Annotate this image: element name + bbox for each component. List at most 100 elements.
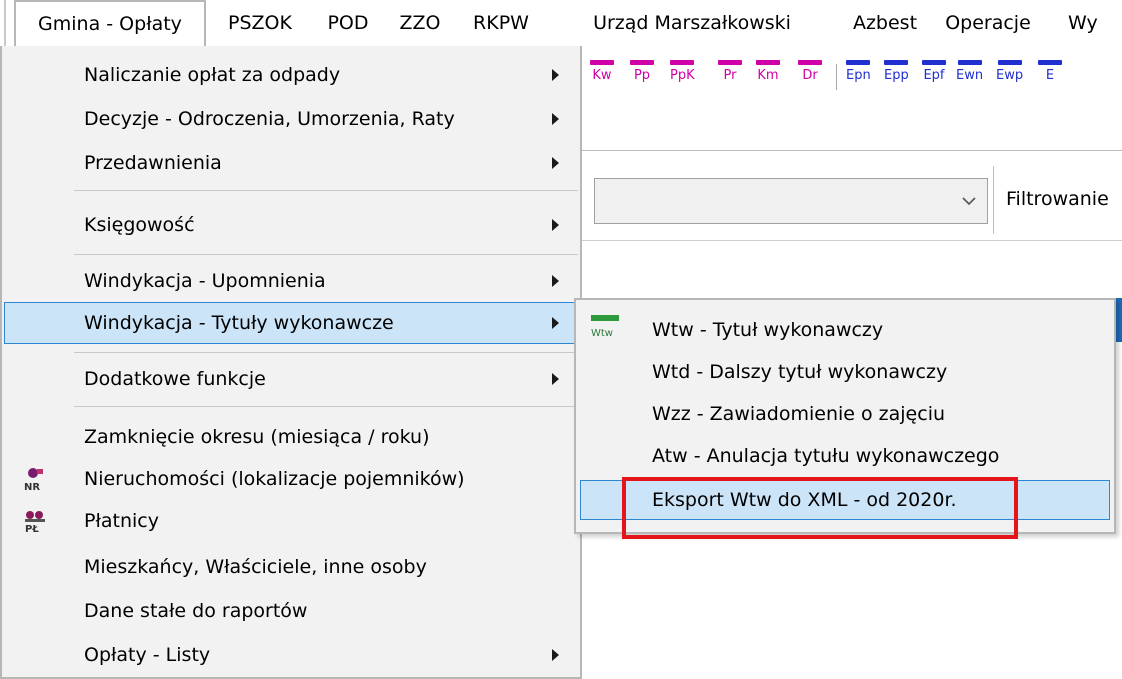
- submenu-arrow-icon: [552, 157, 559, 169]
- menubar-zzo[interactable]: ZZO: [388, 0, 452, 46]
- menubar-gmina-oplaty[interactable]: Gmina - Opłaty: [14, 0, 206, 46]
- submenu-arrow-icon: [552, 69, 559, 81]
- filter-bar-border: [580, 240, 1122, 241]
- toolbar-button-epp[interactable]: Epp: [884, 60, 909, 94]
- menu-separator: [74, 254, 578, 255]
- toolbar-label: Epn: [846, 68, 871, 83]
- toolbar-label: Pr: [723, 68, 737, 83]
- toolbar-button-pr[interactable]: Pr: [718, 60, 742, 94]
- menu-item-dane-stale[interactable]: Dane stałe do raportów: [4, 590, 580, 632]
- menu-item-decyzje[interactable]: Decyzje - Odroczenia, Umorzenia, Raty: [4, 98, 580, 140]
- window-edge: [0, 0, 6, 46]
- tytuly-wykonawcze-submenu: Wtw Wtw - Tytuł wykonawczy Wtd - Dalszy …: [574, 298, 1116, 534]
- toolbar: Kw Pp PpK Pr Km Dr Epn Epp Epf Ewn Ewp E: [580, 58, 1122, 100]
- menu-item-zamkniecie-okresu[interactable]: Zamknięcie okresu (miesiąca / roku): [4, 416, 580, 458]
- toolbar-button-epf[interactable]: Epf: [922, 60, 946, 94]
- submenu-item-label: Atw - Anulacja tytułu wykonawczego: [652, 445, 1000, 467]
- toolbar-bar: [670, 60, 695, 65]
- platnicy-icon: PŁ: [25, 511, 45, 534]
- menu-item-label: Dodatkowe funkcje: [84, 368, 266, 390]
- menubar-rkpw[interactable]: RKPW: [458, 0, 544, 46]
- toolbar-bottom-border: [580, 150, 1122, 151]
- menubar-urzad-marszalkowski[interactable]: Urząd Marszałkowski: [548, 0, 836, 46]
- toolbar-label: Epp: [884, 68, 909, 83]
- toolbar-label: PpK: [670, 68, 695, 83]
- menu-item-label: Dane stałe do raportów: [84, 600, 308, 622]
- toolbar-bar: [884, 60, 909, 65]
- svg-text:PŁ: PŁ: [25, 524, 39, 534]
- filter-label: Filtrowanie: [1006, 188, 1109, 210]
- toolbar-button-kw[interactable]: Kw: [590, 60, 614, 94]
- menubar-operacje[interactable]: Operacje: [936, 0, 1040, 46]
- submenu-arrow-icon: [552, 649, 559, 661]
- toolbar-label: Epf: [923, 68, 945, 83]
- toolbar-button-ewp[interactable]: Ewp: [996, 60, 1023, 94]
- menu-item-label: Zamknięcie okresu (miesiąca / roku): [84, 426, 430, 448]
- submenu-item-label: Wzz - Zawiadomienie o zajęciu: [652, 403, 946, 425]
- toolbar-label: Ewn: [956, 68, 984, 83]
- menu-item-nieruchomosci[interactable]: NR Nieruchomości (lokalizacje pojemników…: [4, 458, 580, 500]
- submenu-item-wzz[interactable]: Wzz - Zawiadomienie o zajęciu: [580, 394, 1110, 434]
- toolbar-label: Ewp: [996, 68, 1024, 83]
- toolbar-bar: [846, 60, 871, 65]
- chevron-down-icon: [962, 197, 976, 206]
- menu-item-label: Opłaty - Listy: [84, 644, 211, 666]
- menu-item-label: Naliczanie opłat za odpady: [84, 64, 341, 86]
- menu-item-label: Płatnicy: [84, 510, 159, 532]
- toolbar-label: Km: [757, 68, 779, 83]
- submenu-item-eksport-xml[interactable]: Eksport Wtw do XML - od 2020r.: [580, 480, 1110, 520]
- submenu-arrow-icon: [552, 219, 559, 231]
- submenu-arrow-icon: [552, 317, 559, 329]
- menu-item-oplaty-listy[interactable]: Opłaty - Listy: [4, 634, 580, 676]
- toolbar-button-ppk[interactable]: PpK: [670, 60, 695, 94]
- wtw-icon: Wtw: [591, 315, 619, 339]
- menu-item-label: Windykacja - Upomnienia: [84, 270, 326, 292]
- menubar-pod[interactable]: POD: [316, 0, 380, 46]
- menu-item-windykacja-upomnienia[interactable]: Windykacja - Upomnienia: [4, 260, 580, 302]
- toolbar-button-pp[interactable]: Pp: [630, 60, 654, 94]
- toolbar-button-km[interactable]: Km: [756, 60, 780, 94]
- menu-item-label: Windykacja - Tytuły wykonawcze: [84, 312, 394, 334]
- submenu-item-atw[interactable]: Atw - Anulacja tytułu wykonawczego: [580, 436, 1110, 476]
- toolbar-bar: [590, 60, 614, 65]
- menu-item-platnicy[interactable]: PŁ Płatnicy: [4, 500, 580, 542]
- submenu-item-label: Wtd - Dalszy tytuł wykonawczy: [652, 361, 948, 383]
- submenu-item-label: Wtw - Tytuł wykonawczy: [652, 319, 884, 341]
- menu-item-przedawnienia[interactable]: Przedawnienia: [4, 142, 580, 184]
- toolbar-bar: [718, 60, 742, 65]
- filter-combobox[interactable]: [594, 178, 988, 224]
- toolbar-bar: [798, 60, 822, 65]
- menu-item-mieszkancy[interactable]: Mieszkańcy, Właściciele, inne osoby: [4, 546, 580, 588]
- submenu-arrow-icon: [552, 275, 559, 287]
- toolbar-bar: [630, 60, 654, 65]
- menu-item-dodatkowe-funkcje[interactable]: Dodatkowe funkcje: [4, 358, 580, 400]
- submenu-item-label: Eksport Wtw do XML - od 2020r.: [652, 489, 957, 511]
- toolbar-bar: [922, 60, 946, 65]
- submenu-item-wtw[interactable]: Wtw Wtw - Tytuł wykonawczy: [580, 310, 1110, 350]
- menubar-azbest[interactable]: Azbest: [842, 0, 928, 46]
- filter-separator: [993, 166, 994, 234]
- menubar-pszok[interactable]: PSZOK: [212, 0, 308, 46]
- menu-item-ksiegowosc[interactable]: Księgowość: [4, 204, 580, 246]
- menu-item-label: Księgowość: [84, 214, 195, 236]
- menu-item-label: Decyzje - Odroczenia, Umorzenia, Raty: [84, 108, 455, 130]
- menu-item-naliczanie[interactable]: Naliczanie opłat za odpady: [4, 54, 580, 96]
- menu-item-label: Mieszkańcy, Właściciele, inne osoby: [84, 556, 427, 578]
- toolbar-button-e[interactable]: E: [1038, 60, 1062, 94]
- submenu-arrow-icon: [552, 113, 559, 125]
- menu-separator: [74, 352, 578, 353]
- menu-item-label: Nieruchomości (lokalizacje pojemników): [84, 468, 465, 490]
- toolbar-button-epn[interactable]: Epn: [846, 60, 871, 94]
- submenu-arrow-icon: [552, 373, 559, 385]
- submenu-item-wtd[interactable]: Wtd - Dalszy tytuł wykonawczy: [580, 352, 1110, 392]
- gmina-oplaty-menu: Naliczanie opłat za odpady Decyzje - Odr…: [0, 46, 582, 679]
- toolbar-button-dr[interactable]: Dr: [798, 60, 822, 94]
- toolbar-separator: [836, 64, 837, 90]
- menu-bar: Gmina - Opłaty PSZOK POD ZZO RKPW Urząd …: [0, 0, 1122, 46]
- svg-text:NR: NR: [24, 482, 40, 492]
- menubar-wy[interactable]: Wy: [1068, 0, 1122, 46]
- menu-item-label: Przedawnienia: [84, 152, 222, 174]
- toolbar-label: Dr: [802, 68, 818, 83]
- menu-item-windykacja-tytuly[interactable]: Windykacja - Tytuły wykonawcze: [4, 302, 580, 344]
- toolbar-button-ewn[interactable]: Ewn: [956, 60, 983, 94]
